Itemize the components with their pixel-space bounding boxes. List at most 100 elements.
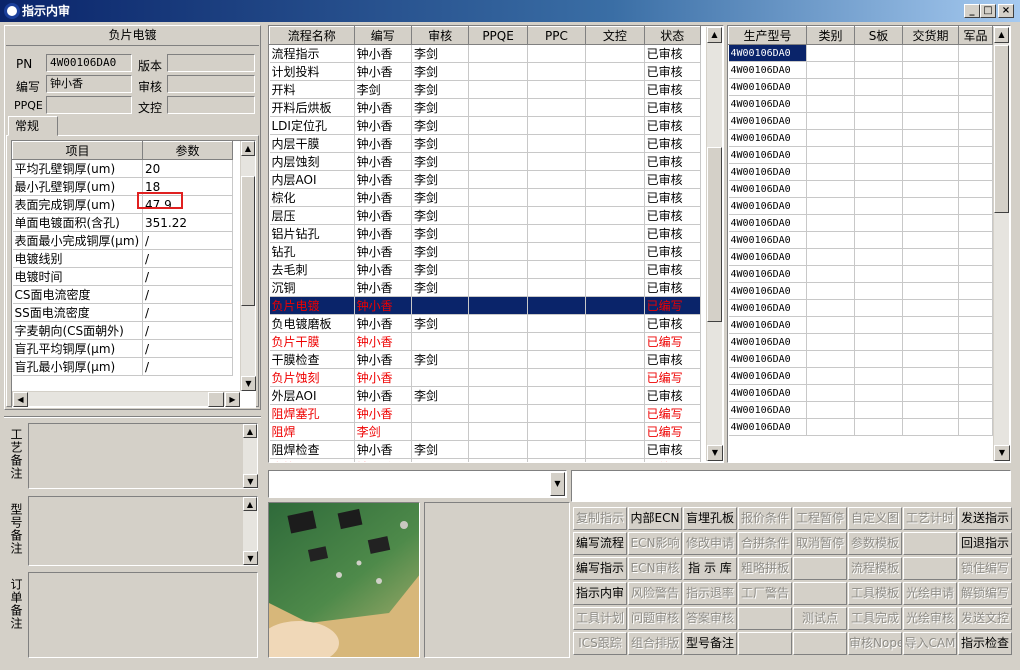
action-button-0-4[interactable]: 工程暂停 [793, 507, 847, 530]
scroll-right-icon[interactable]: ▶ [225, 392, 240, 407]
action-button-4-1[interactable]: 问题审核 [628, 607, 682, 630]
order-row[interactable]: 4W00106DA0 [728, 44, 993, 62]
process-row[interactable]: 负片蚀刻 钟小香 已编写 [269, 368, 702, 387]
order-row[interactable]: 4W00106DA0 [728, 112, 993, 130]
order-row[interactable]: 4W00106DA0 [728, 197, 993, 215]
hscroll-thumb[interactable] [208, 392, 224, 407]
order-header-0[interactable]: 生产型号 [728, 26, 807, 45]
process-row[interactable]: 铝片钻孔 钟小香 李剑 已审核 [269, 224, 702, 243]
order-row[interactable]: 4W00106DA0 [728, 367, 993, 385]
action-button-5-0[interactable]: ICS跟踪 [573, 632, 627, 655]
action-button-2-1[interactable]: ECN审核 [628, 557, 682, 580]
action-button-0-1[interactable]: 内部ECN [628, 507, 682, 530]
action-button-1-5[interactable]: 参数模板 [848, 532, 902, 555]
param-hscroll[interactable]: ◀ ▶ [12, 391, 240, 407]
tab-general[interactable]: 常规 [8, 116, 58, 136]
scroll-up-icon[interactable]: ▲ [994, 27, 1009, 43]
action-button-1-4[interactable]: 取消暂停 [793, 532, 847, 555]
process-row[interactable]: 阻焊塞孔 钟小香 已编写 [269, 404, 702, 423]
order-header-1[interactable]: 类别 [806, 26, 855, 45]
scroll-down-icon[interactable]: ▼ [994, 445, 1010, 461]
process-row[interactable]: 计划投料 钟小香 李剑 已审核 [269, 62, 702, 81]
action-button-5-2[interactable]: 型号备注 [683, 632, 737, 655]
action-button-4-6[interactable]: 光绘审核 [903, 607, 957, 630]
scroll-down-icon[interactable]: ▼ [707, 445, 723, 461]
param-row[interactable]: 单面电镀面积(含孔) 351.22 [12, 213, 233, 232]
action-button-4-0[interactable]: 工具计划 [573, 607, 627, 630]
param-value[interactable]: / [142, 357, 233, 376]
action-button-3-5[interactable]: 工具模板 [848, 582, 902, 605]
maximize-button[interactable]: □ [980, 4, 996, 18]
order-row[interactable]: 4W00106DA0 [728, 146, 993, 164]
scroll-up-icon[interactable]: ▲ [707, 27, 722, 43]
order-row[interactable]: 4W00106DA0 [728, 299, 993, 317]
order-row[interactable]: 4W00106DA0 [728, 350, 993, 368]
scroll-down-icon[interactable]: ▼ [243, 551, 258, 565]
action-button-1-2[interactable]: 修改申请 [683, 532, 737, 555]
action-button-5-1[interactable]: 组合排版 [628, 632, 682, 655]
order-row[interactable]: 4W00106DA0 [728, 129, 993, 147]
process-row[interactable]: 钻孔 钟小香 李剑 已审核 [269, 242, 702, 261]
param-value[interactable]: 20 [142, 159, 233, 178]
scroll-up-icon[interactable]: ▲ [241, 141, 255, 156]
order-row[interactable]: 4W00106DA0 [728, 61, 993, 79]
process-row[interactable]: 负片电镀 钟小香 已编写 [269, 296, 702, 315]
minimize-button[interactable]: _ [964, 4, 980, 18]
process-row[interactable]: 负电镀磨板 钟小香 李剑 已审核 [269, 314, 702, 333]
param-row[interactable]: 最小孔壁铜厚(um) 18 [12, 177, 233, 196]
process-row[interactable]: 开料后烘板 钟小香 李剑 已审核 [269, 98, 702, 117]
scroll-down-icon[interactable]: ▼ [243, 474, 258, 488]
process-row[interactable]: 字符钟小香 已编写 [269, 458, 702, 462]
blank-button[interactable] [738, 632, 792, 655]
order-header-3[interactable]: 交货期 [902, 26, 959, 45]
model-notes-box[interactable] [28, 496, 258, 566]
param-value[interactable]: / [142, 285, 233, 304]
blank-button[interactable] [793, 632, 847, 655]
ppqe-field[interactable] [46, 96, 132, 114]
param-value[interactable]: / [142, 249, 233, 268]
scroll-up-icon[interactable]: ▲ [243, 424, 257, 438]
action-button-0-3[interactable]: 报价条件 [738, 507, 792, 530]
order-row[interactable]: 4W00106DA0 [728, 214, 993, 232]
process-header-5[interactable]: 文控 [585, 26, 645, 45]
order-row[interactable]: 4W00106DA0 [728, 333, 993, 351]
filter-combo[interactable] [268, 470, 567, 498]
action-button-0-0[interactable]: 复制指示 [573, 507, 627, 530]
process-row[interactable]: LDI定位孔 钟小香 李剑 已审核 [269, 116, 702, 135]
action-button-4-7[interactable]: 发送文控 [958, 607, 1012, 630]
process-row[interactable]: 负片干膜 钟小香 已编写 [269, 332, 702, 351]
param-row[interactable]: 字麦朝向(CS面朝外) / [12, 321, 233, 340]
version-field[interactable] [167, 54, 255, 72]
param-row[interactable]: CS面电流密度 / [12, 285, 233, 304]
action-button-2-0[interactable]: 编写指示 [573, 557, 627, 580]
action-button-2-3[interactable]: 粗略拼板 [738, 557, 792, 580]
order-row[interactable]: 4W00106DA0 [728, 401, 993, 419]
param-row[interactable]: 盲孔平均铜厚(μm) / [12, 339, 233, 358]
scroll-thumb[interactable] [707, 147, 722, 322]
blank-button[interactable] [738, 607, 792, 630]
action-button-1-3[interactable]: 合拼条件 [738, 532, 792, 555]
action-button-3-0[interactable]: 指示内审 [573, 582, 627, 605]
process-vscroll[interactable]: ▲ ▼ [706, 27, 723, 461]
notes-scroll-1[interactable]: ▲ ▼ [242, 424, 258, 488]
blank-button[interactable] [903, 557, 957, 580]
message-box[interactable] [571, 470, 1011, 502]
order-header-2[interactable]: S板 [854, 26, 903, 45]
scroll-down-icon[interactable]: ▼ [241, 376, 256, 391]
process-header-3[interactable]: PPQE [468, 26, 528, 45]
process-row[interactable]: 阻焊 李剑 已编写 [269, 422, 702, 441]
param-row[interactable]: 表面最小完成铜厚(μm) / [12, 231, 233, 250]
action-button-5-7[interactable]: 指示检查 [958, 632, 1012, 655]
order-row[interactable]: 4W00106DA0 [728, 316, 993, 334]
blank-button[interactable] [793, 582, 847, 605]
action-button-2-2[interactable]: 指 示 库 [683, 557, 737, 580]
process-header-1[interactable]: 编写 [353, 26, 412, 45]
process-row[interactable]: 棕化 钟小香 李剑 已审核 [269, 188, 702, 207]
process-row[interactable]: 开料 李剑 李剑 已审核 [269, 80, 702, 99]
process-row[interactable]: 外层AOI 钟小香 李剑 已审核 [269, 386, 702, 405]
order-row[interactable]: 4W00106DA0 [728, 265, 993, 283]
action-button-3-1[interactable]: 风险警告 [628, 582, 682, 605]
order-row[interactable]: 4W00106DA0 [728, 282, 993, 300]
order-row[interactable]: 4W00106DA0 [728, 384, 993, 402]
scroll-left-icon[interactable]: ◀ [13, 392, 28, 407]
